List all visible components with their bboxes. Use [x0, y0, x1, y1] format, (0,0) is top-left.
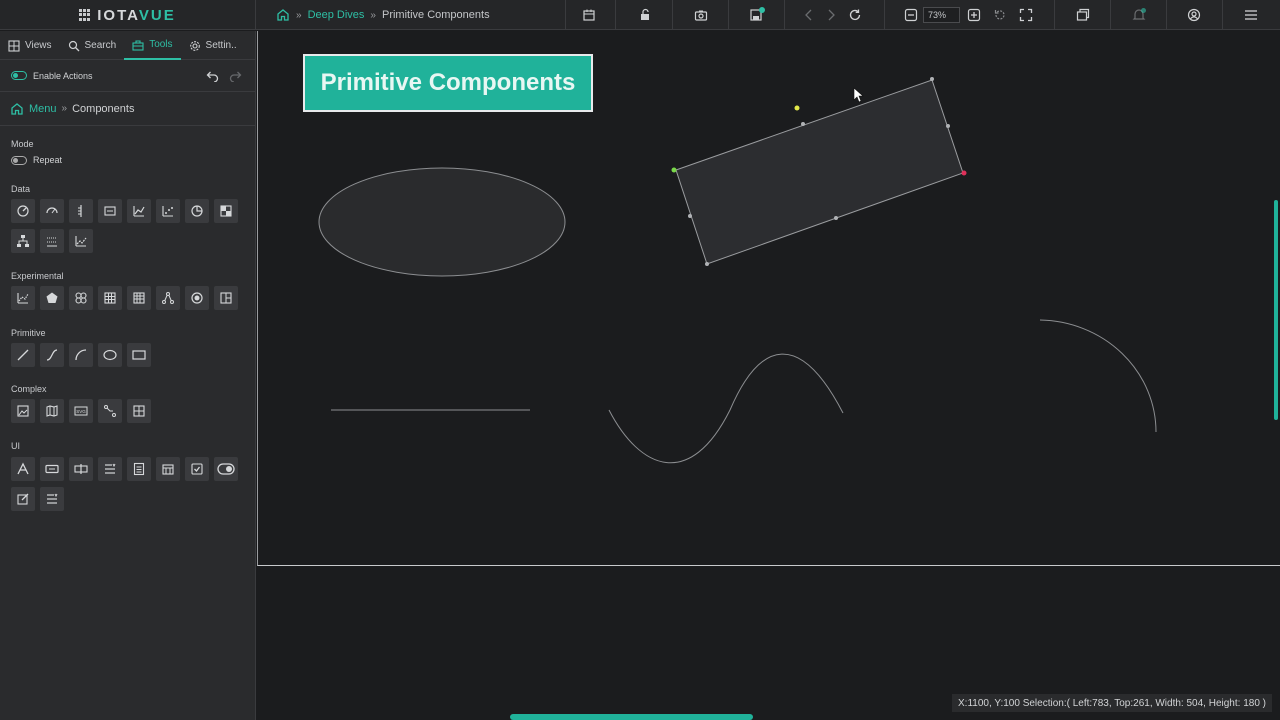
curve-primitive[interactable]: [608, 353, 844, 464]
resize-handle[interactable]: [961, 170, 967, 176]
arc-primitive[interactable]: [1039, 319, 1157, 433]
resize-handle[interactable]: [834, 216, 838, 220]
resize-handle[interactable]: [671, 167, 677, 173]
vertical-scrollbar[interactable]: [1274, 200, 1278, 420]
resize-handle[interactable]: [930, 77, 934, 81]
canvas-primitives: [318, 77, 1157, 464]
resize-handle[interactable]: [688, 214, 692, 218]
selected-rectangle-primitive[interactable]: [675, 79, 964, 265]
resize-handle[interactable]: [801, 122, 805, 126]
mouse-cursor-icon: [853, 87, 864, 103]
resize-handle[interactable]: [705, 262, 709, 266]
status-bar: X:1100, Y:100 Selection:( Left:783, Top:…: [952, 694, 1272, 712]
rotate-handle[interactable]: [794, 105, 800, 111]
resize-handle[interactable]: [946, 124, 950, 128]
horizontal-scrollbar[interactable]: [510, 714, 753, 720]
ellipse-primitive[interactable]: [318, 167, 566, 277]
